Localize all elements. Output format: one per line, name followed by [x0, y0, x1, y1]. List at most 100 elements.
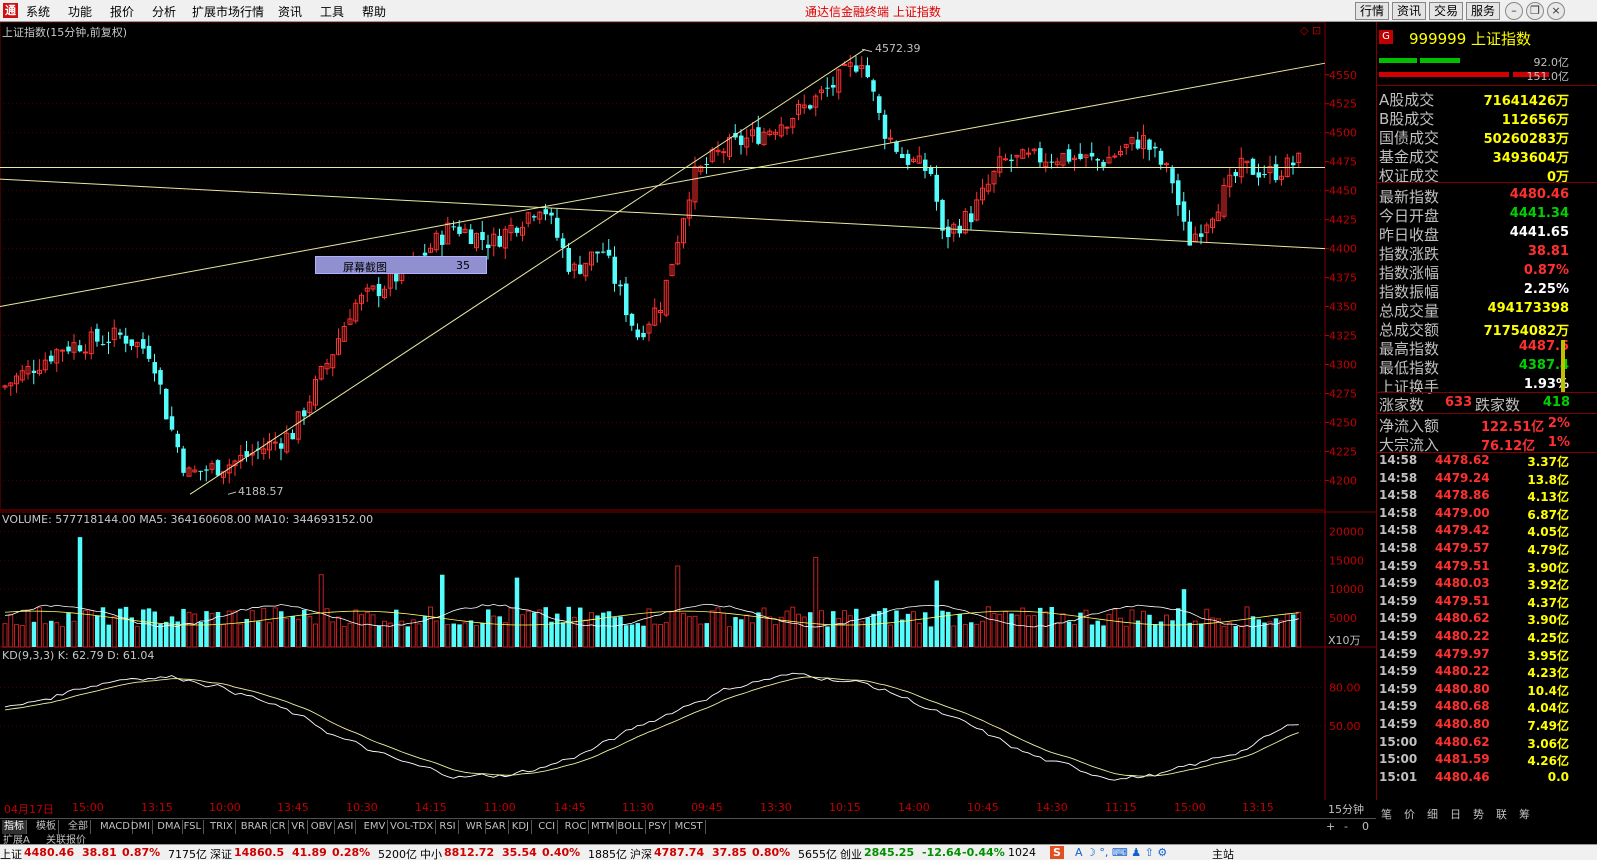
ime-toolbar-icons[interactable]: A ☽ °, ⌨ ♟ ⇧ ⚙ [1075, 846, 1167, 859]
indicator-tab[interactable]: MACD [98, 820, 133, 834]
index-name[interactable]: 深证 [210, 846, 232, 860]
index-name[interactable]: 创业 [840, 846, 862, 860]
indicator-tab[interactable]: BRAR [239, 820, 271, 834]
g-icon[interactable]: G [1379, 30, 1393, 44]
indicator-tab[interactable]: WR [464, 820, 486, 834]
indicator-tab[interactable]: RSI [437, 820, 459, 834]
volume-bar [1060, 613, 1066, 648]
index-name[interactable]: 上证 [0, 846, 22, 860]
indicator-tab[interactable]: CR [270, 820, 289, 834]
date-tick: 11:30 [622, 801, 654, 814]
volume-unit: X10万 [1328, 634, 1361, 647]
index-name[interactable]: 中小 [420, 846, 442, 860]
candle-body [204, 469, 209, 471]
btn-quotes[interactable]: 行情 [1355, 2, 1390, 20]
indicator-tab[interactable]: EMV [362, 820, 389, 834]
btn-news[interactable]: 资讯 [1392, 2, 1427, 20]
minimize-icon[interactable]: – [1505, 2, 1523, 20]
indicator-tab[interactable]: DMA [155, 820, 184, 834]
indicator-tab[interactable]: VR [289, 820, 308, 834]
indicator-tab[interactable]: KDJ [510, 820, 533, 834]
date-tick: 09:45 [691, 801, 723, 814]
price-tick-label: 4450 [1329, 185, 1357, 198]
candle-body [77, 345, 83, 352]
indicator-tab[interactable]: PSY [646, 820, 670, 834]
indicator-tab[interactable]: ROC [563, 820, 590, 834]
volume-bar [14, 624, 19, 648]
tick-volume: 10.4亿 [1527, 683, 1569, 698]
indicator-tab[interactable]: VOL-TDX [388, 820, 437, 834]
indicator-tab[interactable]: SAR [483, 820, 509, 834]
info-label: 指数涨跌 [1379, 245, 1440, 263]
index-pct: 0.40% [542, 846, 581, 859]
info-tab[interactable]: 价 [1404, 806, 1415, 822]
volume-bar [261, 607, 267, 648]
indicator-tab[interactable]: BOLL [615, 820, 647, 834]
menu-extended-market[interactable]: 扩展市场行情 [192, 3, 264, 20]
kline-chart[interactable]: 4550 4525 4500 4475 4450 4425 4400 4375 4350 4325… [0, 22, 1376, 800]
date-tick: 13:30 [760, 801, 792, 814]
candle-body [49, 355, 54, 362]
close-icon[interactable]: × [1547, 2, 1565, 20]
restore-icon[interactable]: ❐ [1526, 2, 1544, 20]
candle-body [376, 283, 382, 297]
index-name[interactable]: 沪深 [630, 846, 652, 860]
indicator-tab[interactable]: CCI [536, 820, 559, 834]
info-label: 昨日收盘 [1379, 226, 1440, 244]
info-tab[interactable]: 细 [1427, 806, 1438, 822]
info-tab[interactable]: 日 [1450, 806, 1461, 822]
candle-body [1273, 164, 1279, 181]
volume-bar [761, 607, 767, 648]
price-tick-label: 4500 [1329, 127, 1357, 140]
tick-time: 14:58 [1379, 505, 1418, 520]
indicator-tab[interactable]: ASI [335, 820, 357, 834]
volume-bar [1147, 614, 1152, 647]
info-tab[interactable]: 势 [1473, 806, 1484, 822]
indicator-tab[interactable]: TRIX [208, 820, 236, 834]
info-tab[interactable]: 联 [1496, 806, 1507, 822]
chart-area[interactable]: 4550 4525 4500 4475 4450 4425 4400 4375 4350 4325… [0, 22, 1376, 800]
info-label: 基金成交 [1379, 148, 1440, 166]
info-tab[interactable]: 筹 [1519, 806, 1530, 822]
indicator-tab[interactable]: MTM [589, 820, 618, 834]
indicator-tab[interactable]: MCST [673, 820, 706, 834]
kd-tick-label: 50.00 [1329, 720, 1361, 733]
zoom-out-icon[interactable]: - [1344, 820, 1348, 833]
volume-bar [583, 619, 589, 648]
volume-bar [709, 610, 715, 648]
scroll-marker[interactable] [1561, 340, 1565, 392]
screenshot-tooltip[interactable]: 屏幕截图 35 [315, 256, 487, 274]
volume-bar [302, 609, 307, 647]
menu-analysis[interactable]: 分析 [152, 3, 176, 20]
candle-body [1038, 148, 1043, 163]
btn-trade[interactable]: 交易 [1429, 2, 1464, 20]
volume-bar [370, 614, 376, 648]
period-label[interactable]: 15分钟 [1328, 801, 1364, 817]
menu-system[interactable]: 系统 [26, 3, 50, 20]
bar2-value: 151.0亿 [1526, 70, 1570, 83]
volume-bar [980, 620, 985, 648]
info-value: 38.81 [1527, 244, 1569, 259]
chart-mini-icon[interactable]: ◇ ⊡ [1300, 24, 1321, 37]
volume-bar [336, 616, 341, 648]
indicator-tab[interactable]: FSL [182, 820, 205, 834]
menu-quote[interactable]: 报价 [110, 3, 134, 20]
menu-function[interactable]: 功能 [68, 3, 92, 20]
volume-bar [836, 617, 842, 648]
info-tab[interactable]: 笔 [1381, 806, 1392, 822]
indicator-tab[interactable]: OBV [309, 820, 336, 834]
menu-tools[interactable]: 工具 [320, 3, 344, 20]
menu-news[interactable]: 资讯 [278, 3, 302, 20]
btn-service[interactable]: 服务 [1466, 2, 1501, 20]
reset-icon[interactable]: 0 [1362, 820, 1369, 833]
tick-row: 14:59 4480.22 4.25亿 [1377, 629, 1597, 646]
candle-body [175, 433, 180, 448]
sogou-icon[interactable]: S [1050, 846, 1064, 859]
info-value: 494173398 [1487, 301, 1569, 316]
candle-body [946, 226, 951, 238]
indicator-tab[interactable]: DMI [129, 820, 154, 834]
volume-bar [175, 621, 180, 647]
volume-bar [905, 613, 911, 647]
menu-help[interactable]: 帮助 [362, 3, 386, 20]
zoom-in-icon[interactable]: + [1326, 820, 1335, 833]
